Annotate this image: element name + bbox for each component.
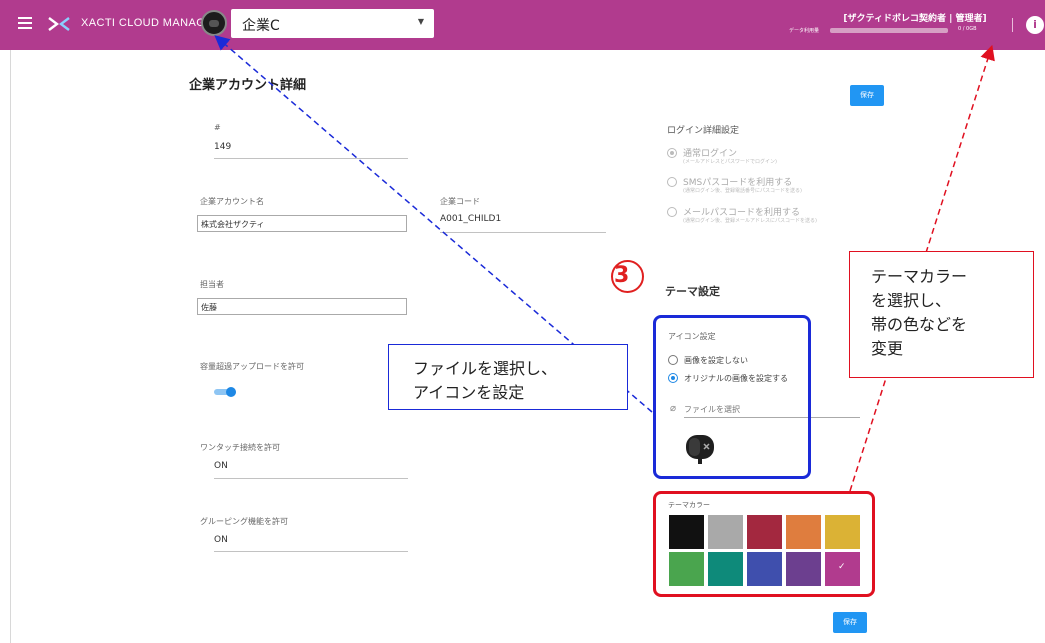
company-name-field[interactable]: 株式会社ザクティ xyxy=(197,215,407,232)
header-divider xyxy=(1012,18,1013,32)
grouping-label: グルーピング機能を許可 xyxy=(200,517,288,526)
icon-callout-line-1: ファイルを選択し、 xyxy=(413,359,558,378)
contact-field[interactable]: 佐藤 xyxy=(197,298,407,315)
hamburger-menu-icon[interactable] xyxy=(18,17,32,29)
company-name-label: 企業アカウント名 xyxy=(200,197,264,206)
theme-callout-line-4: 変更 xyxy=(871,339,904,358)
page-border xyxy=(10,50,11,643)
company-select[interactable]: 企業C ▼ xyxy=(231,9,434,38)
login-option-radio-1[interactable] xyxy=(667,148,677,158)
login-option-sub-3: (通常ログイン後、登録メールアドレスにパスコードを送る) xyxy=(683,218,817,224)
company-code-underline xyxy=(440,232,606,233)
company-avatar xyxy=(201,10,227,36)
login-option-sub-2: (通常ログイン後、登録電話番号にパスコードを送る) xyxy=(683,188,802,194)
app-header: XACTI CLOUD MANAGER 企業C ▼ [ザクティドボレコ契約者 |… xyxy=(0,0,1045,50)
user-role-label: [ザクティドボレコ契約者 | 管理者] xyxy=(843,14,987,24)
id-value: 149 xyxy=(214,142,232,152)
theme-callout-line-1: テーマカラー xyxy=(871,267,968,286)
step-number: 3 xyxy=(614,263,630,288)
save-button-top[interactable]: 保存 xyxy=(850,85,884,106)
company-code-value: A001_CHILD1 xyxy=(440,214,502,224)
company-select-value: 企業C xyxy=(242,18,280,34)
icon-callout-line-2: アイコンを設定 xyxy=(413,383,525,402)
theme-color-highlight xyxy=(653,491,875,597)
usage-label: データ利用量 xyxy=(789,28,820,34)
upload-toggle[interactable] xyxy=(214,387,236,397)
grouping-value: ON xyxy=(214,535,228,545)
theme-settings-title: テーマ設定 xyxy=(665,285,720,298)
theme-color-callout: テーマカラー を選択し、 帯の色などを 変更 xyxy=(849,251,1034,378)
login-option-radio-2[interactable] xyxy=(667,177,677,187)
theme-callout-line-3: 帯の色などを xyxy=(871,315,968,334)
info-icon[interactable]: i xyxy=(1026,16,1044,34)
icon-settings-highlight xyxy=(653,315,811,479)
save-button-bottom[interactable]: 保存 xyxy=(833,612,867,633)
login-settings-title: ログイン詳細設定 xyxy=(667,126,740,136)
usage-text: 0 / 0GB xyxy=(958,26,977,32)
onetouch-underline xyxy=(214,478,408,479)
login-option-radio-3[interactable] xyxy=(667,207,677,217)
theme-callout-line-2: を選択し、 xyxy=(871,291,952,310)
id-label: # xyxy=(214,123,221,132)
company-name-value: 株式会社ザクティ xyxy=(201,220,265,229)
login-option-sub-1: (メールアドレスとパスワードでログイン) xyxy=(683,159,777,165)
page-title: 企業アカウント詳細 xyxy=(189,78,307,93)
onetouch-value: ON xyxy=(214,461,228,471)
contact-value: 佐藤 xyxy=(201,303,217,312)
usage-progress-bar xyxy=(830,28,948,33)
contact-label: 担当者 xyxy=(200,280,224,289)
company-code-label: 企業コード xyxy=(440,197,480,206)
chevron-down-icon: ▼ xyxy=(417,17,424,26)
toggle-knob xyxy=(226,387,236,397)
id-underline xyxy=(214,158,408,159)
onetouch-label: ワンタッチ接続を許可 xyxy=(200,443,280,452)
upload-label: 容量超過アップロードを許可 xyxy=(200,362,304,371)
xacti-logo-icon xyxy=(48,17,70,31)
grouping-underline xyxy=(214,551,408,552)
icon-callout: ファイルを選択し、 アイコンを設定 xyxy=(388,344,628,410)
